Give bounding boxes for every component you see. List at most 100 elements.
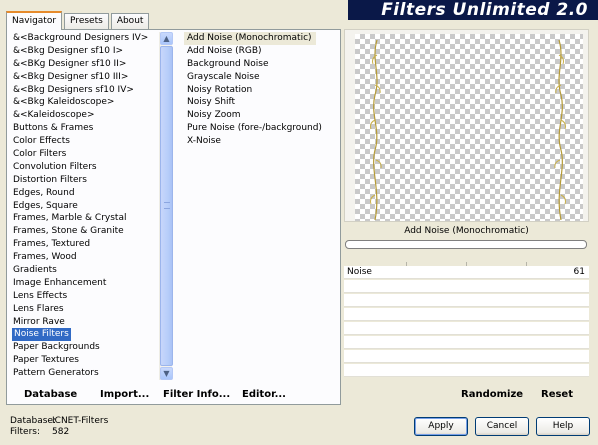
filter-list[interactable]: Add Noise (Monochromatic) Add Noise (RGB)… [184, 32, 334, 372]
randomize-link[interactable]: Randomize [461, 389, 523, 400]
category-item[interactable]: &<BKg Designer sf10 II> [12, 58, 159, 71]
category-item[interactable]: Image Enhancement [12, 277, 159, 290]
progress-bar [345, 240, 587, 249]
category-item[interactable]: &<Bkg Designer sf10 III> [12, 71, 159, 84]
category-label: Paper Textures [13, 355, 79, 366]
preview-image [355, 34, 583, 221]
category-label: Mirror Rave [13, 316, 65, 327]
tab-presets[interactable]: Presets [64, 13, 109, 29]
category-item[interactable]: Frames, Wood [12, 251, 159, 264]
scrollbar-thumb[interactable] [160, 46, 173, 366]
filter-item[interactable]: Grayscale Noise [184, 71, 334, 84]
cancel-button[interactable]: Cancel [475, 417, 529, 436]
help-button[interactable]: Help [536, 417, 590, 436]
database-link[interactable]: Database [24, 389, 77, 400]
category-label: &<Bkg Designer sf10 I> [13, 45, 124, 56]
chevron-up-icon[interactable]: ▲ [160, 32, 173, 45]
filter-item[interactable]: Noisy Zoom [184, 109, 334, 122]
import-link[interactable]: Import... [100, 389, 149, 400]
tab-strip: Navigator Presets About [6, 10, 151, 30]
title-banner: Filters Unlimited 2.0 [348, 0, 598, 20]
category-item[interactable]: Color Effects [12, 135, 159, 148]
slider-marker-icon [410, 272, 418, 276]
category-item[interactable]: Pattern Generators [12, 367, 159, 380]
filter-label: Background Noise [187, 58, 269, 69]
category-item[interactable]: Frames, Stone & Granite [12, 225, 159, 238]
apply-button[interactable]: Apply [414, 417, 468, 436]
category-label: Frames, Textured [13, 239, 91, 250]
filter-item[interactable]: Noisy Rotation [184, 84, 334, 97]
category-item[interactable]: Distortion Filters [12, 174, 159, 187]
category-label: Convolution Filters [13, 161, 97, 172]
category-item[interactable]: Edges, Round [12, 187, 159, 200]
filter-item[interactable]: X-Noise [184, 135, 334, 148]
category-item[interactable]: Paper Textures [12, 354, 159, 367]
param-row-empty [344, 364, 589, 377]
reset-link[interactable]: Reset [541, 389, 573, 400]
filters-count: 582 [52, 427, 70, 437]
category-item[interactable]: Color Filters [12, 148, 159, 161]
category-item[interactable]: &<Kaleidoscope> [12, 109, 159, 122]
filter-label: X-Noise [187, 136, 221, 147]
database-value: ICNET-Filters [52, 416, 109, 426]
filters-label: Filters: [10, 427, 41, 437]
filter-item[interactable]: Background Noise [184, 58, 334, 71]
filter-item[interactable]: Noisy Shift [184, 96, 334, 109]
right-vine-decoration [554, 40, 566, 220]
category-label: Lens Flares [13, 303, 64, 314]
category-item[interactable]: Convolution Filters [12, 161, 159, 174]
filter-item[interactable]: Pure Noise (fore-/background) [184, 122, 334, 135]
category-item[interactable]: &<Bkg Designers sf10 IV> [12, 84, 159, 97]
category-label: &<Bkg Designers sf10 IV> [13, 84, 134, 95]
category-label: Lens Effects [13, 290, 68, 301]
filter-item[interactable]: Add Noise (RGB) [184, 45, 334, 58]
category-item[interactable]: &<Background Designers IV> [12, 32, 159, 45]
filter-item[interactable]: Add Noise (Monochromatic) [184, 32, 334, 45]
category-scrollbar[interactable]: ▲ ▼ [159, 32, 173, 380]
category-label: Noise Filters [12, 328, 71, 342]
category-item[interactable]: Buttons & Frames [12, 122, 159, 135]
preview-actions: Randomize Reset [344, 389, 589, 403]
param-row-empty [344, 280, 589, 293]
chevron-down-icon[interactable]: ▼ [160, 367, 173, 380]
filter-label: Noisy Rotation [187, 84, 253, 95]
category-label: Edges, Square [13, 200, 78, 211]
param-row-empty [344, 350, 589, 363]
category-item[interactable]: Paper Backgrounds [12, 341, 159, 354]
category-label: Frames, Stone & Granite [13, 226, 124, 237]
category-item[interactable]: Noise Filters [12, 328, 159, 342]
left-vine-decoration [370, 40, 382, 220]
tab-navigator[interactable]: Navigator [6, 11, 63, 30]
tab-about[interactable]: About [110, 13, 150, 29]
filter-label: Noisy Zoom [187, 110, 241, 121]
category-item[interactable]: Edges, Square [12, 200, 159, 213]
param-row-noise[interactable]: Noise 61 [344, 266, 589, 279]
category-item[interactable]: Lens Effects [12, 290, 159, 303]
category-item[interactable]: Frames, Marble & Crystal [12, 212, 159, 225]
category-label: Frames, Wood [13, 252, 77, 263]
category-item[interactable]: &<Bkg Designer sf10 I> [12, 45, 159, 58]
category-list[interactable]: &<Background Designers IV> &<Bkg Designer… [12, 32, 159, 382]
category-label: Edges, Round [13, 187, 75, 198]
filter-label: Add Noise (RGB) [187, 45, 262, 56]
category-label: Paper Backgrounds [13, 342, 100, 353]
filter-label: Pure Noise (fore-/background) [187, 123, 322, 134]
category-item[interactable]: Mirror Rave [12, 316, 159, 329]
category-label: Color Filters [13, 149, 67, 160]
filter-info-link[interactable]: Filter Info... [163, 389, 230, 400]
category-label: Frames, Marble & Crystal [13, 213, 127, 224]
category-item[interactable]: Frames, Textured [12, 238, 159, 251]
editor-link[interactable]: Editor... [242, 389, 286, 400]
param-value: 61 [573, 267, 585, 277]
category-label: &<BKg Designer sf10 II> [13, 58, 127, 69]
category-label: &<Background Designers IV> [13, 33, 149, 43]
status-area: Database:ICNET-Filters Filters: 582 [10, 416, 108, 438]
filter-label: Noisy Shift [187, 97, 236, 108]
parameter-grid: Noise 61 [344, 252, 589, 380]
category-label: &<Kaleidoscope> [13, 110, 95, 121]
category-item[interactable]: Gradients [12, 264, 159, 277]
category-item[interactable]: &<Bkg Kaleidoscope> [12, 96, 159, 109]
param-label: Noise [347, 267, 372, 277]
slider-ticks [344, 252, 589, 266]
category-item[interactable]: Lens Flares [12, 303, 159, 316]
